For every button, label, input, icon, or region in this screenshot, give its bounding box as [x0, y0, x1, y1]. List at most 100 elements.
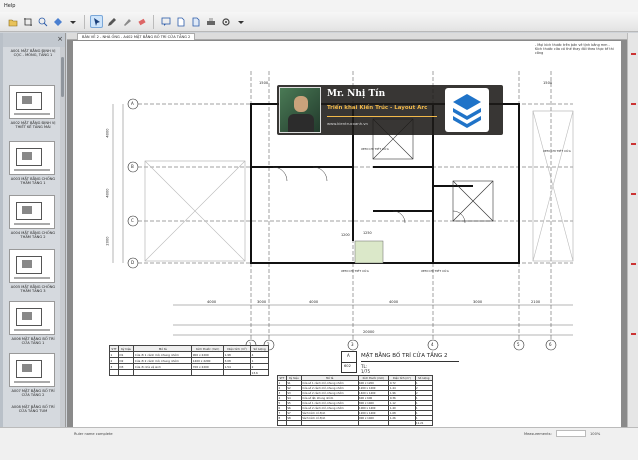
- table-cell: [223, 369, 252, 376]
- dimension-text: 4000: [207, 300, 217, 304]
- window-schedule-table: STT Ký hiệu Mô tả Kích thước (mm) Diện tích …: [277, 375, 434, 426]
- open-icon[interactable]: [6, 15, 19, 28]
- dimension-total: 20000: [363, 330, 375, 334]
- status-text: Ruler name complete: [74, 432, 113, 436]
- table-cell: [300, 420, 359, 426]
- page-thumbnail[interactable]: [9, 249, 55, 283]
- table-cell: [277, 420, 287, 426]
- comment-icon[interactable]: [159, 15, 172, 28]
- sidebar-header: ×: [3, 33, 65, 47]
- toolbar-separator: [84, 14, 85, 29]
- brand-logo-icon: [445, 88, 489, 132]
- axis-label-col: 3: [351, 342, 354, 347]
- avatar: [279, 87, 321, 133]
- axis-label-col: 4: [431, 342, 434, 347]
- scroll-marker: [631, 103, 636, 105]
- close-icon[interactable]: ×: [57, 35, 63, 43]
- table-cell: [285, 420, 302, 426]
- leader-note: XEM CHI TIẾT CỬA: [543, 149, 571, 153]
- sidebar-scrollbar[interactable]: [60, 47, 65, 427]
- menu-help[interactable]: Help: [4, 3, 15, 9]
- leader-note: XEM CHI TIẾT CỬA: [361, 147, 389, 151]
- measurements-label: Measurements:: [524, 432, 552, 436]
- view-dropdown-icon[interactable]: [66, 15, 79, 28]
- drawing-title: MẶT BẰNG BỐ TRÍ CỬA TẦNG 2: [361, 353, 448, 359]
- banner-name: Mr. Nhị Tín: [327, 89, 386, 99]
- dimension-text: 1500: [543, 81, 553, 85]
- zoom-fit-icon[interactable]: [36, 15, 49, 28]
- room-label: 1200: [341, 233, 350, 237]
- toolbar: [0, 12, 638, 32]
- banner-site: www.kientrucxanh.vn: [327, 121, 368, 126]
- thumbnail-label: A007 MẶT BẰNG BỐ TRÍ CỬA TẦNG 2: [11, 389, 55, 398]
- dimension-text: 3000: [473, 300, 483, 304]
- menu-bar: Help: [0, 0, 638, 12]
- table-cell: 13.6: [250, 369, 269, 376]
- page-thumbnail[interactable]: [9, 195, 55, 229]
- eraser-icon[interactable]: [135, 15, 148, 28]
- sheet-number: 602: [344, 364, 351, 368]
- page-thumbnail[interactable]: [9, 141, 55, 175]
- document-viewer: BẢN VẼ 2 - NHÀ ỐNG - A402 MẶT BẰNG BỐ TR…: [67, 33, 627, 427]
- table-cell: [118, 369, 135, 376]
- pen-icon[interactable]: [105, 15, 118, 28]
- view-icon[interactable]: [51, 15, 64, 28]
- thumbnail-label: A004 MẶT BẰNG CHỐNG THẤM TẦNG 2: [10, 231, 56, 240]
- page-thumbnail[interactable]: [9, 353, 55, 387]
- measurements-field[interactable]: [556, 430, 586, 437]
- axis-label-row: C: [131, 218, 134, 223]
- export-icon[interactable]: [189, 15, 202, 28]
- axis-label-col: 5: [517, 342, 520, 347]
- table-cell: [133, 369, 193, 376]
- room-label: 1250: [363, 231, 372, 235]
- crop-icon[interactable]: [21, 15, 34, 28]
- dimension-text: 3000: [257, 300, 267, 304]
- dimension-text: 2000: [105, 236, 110, 246]
- select-icon[interactable]: [90, 15, 103, 28]
- table-cell: [108, 369, 120, 376]
- door-schedule-table: STT Ký hiệu Mô tả Kích thước (mm) Diện tích …: [108, 345, 269, 376]
- scroll-marker: [631, 53, 636, 55]
- page-icon[interactable]: [174, 15, 187, 28]
- vertical-scrollbar[interactable]: [627, 33, 638, 427]
- scroll-marker: [631, 333, 636, 335]
- document-tab[interactable]: BẢN VẼ 2 - NHÀ ỐNG - A402 MẶT BẰNG BỐ TR…: [77, 33, 196, 40]
- dimension-text: 4000: [309, 300, 319, 304]
- highlight-icon[interactable]: [120, 15, 133, 28]
- thumbnail-label: A006 MẶT BẰNG BỐ TRÍ CỬA TẦNG 1: [11, 337, 55, 346]
- thumbnail-label: A003 MẶT BẰNG CHỐNG THẤM TẦNG 1: [10, 177, 56, 186]
- dimension-text: 1500: [259, 81, 269, 85]
- scroll-marker: [631, 193, 636, 195]
- settings-dropdown-icon[interactable]: [234, 15, 247, 28]
- zoom-level[interactable]: 100%: [590, 432, 600, 436]
- table-cell: [357, 420, 390, 426]
- axis-label-col: 6: [549, 342, 552, 347]
- axis-label-row: A: [131, 101, 134, 106]
- thumbnail-label: A005 MẶT BẰNG CHỐNG THẤM TẦNG 3: [10, 285, 56, 294]
- settings-icon[interactable]: [219, 15, 232, 28]
- status-bar: Ruler name complete Measurements: 100%: [0, 427, 638, 460]
- axis-label-row: D: [131, 260, 135, 265]
- sheet-id: A: [347, 353, 350, 358]
- scroll-marker: [631, 143, 636, 145]
- leader-note: XEM CHI TIẾT CỬA: [341, 269, 369, 273]
- banner-role: Triển khai Kiến Trúc - Layout Arc: [327, 105, 428, 111]
- scroll-marker: [631, 263, 636, 265]
- axis-label-row: B: [131, 164, 134, 169]
- dimension-text: 4000: [389, 300, 399, 304]
- table-row: 11.21: [277, 420, 434, 426]
- drawing-scale: TL: 1/75: [361, 364, 370, 374]
- document-tab-bar: BẢN VẼ 2 - NHÀ ỐNG - A402 MẶT BẰNG BỐ TR…: [67, 33, 627, 40]
- table-cell: 11.21: [414, 420, 434, 426]
- dimension-text: 4000: [105, 128, 110, 138]
- dimension-text: 2100: [531, 300, 541, 304]
- dimension-text: 4000: [105, 188, 110, 198]
- page-thumbnail[interactable]: [9, 85, 55, 119]
- page-thumbnail[interactable]: [9, 301, 55, 335]
- thumbnail-label: A001 MẶT BẰNG ĐỊNH VỊ CỌC - MÓNG, TẦNG 1: [10, 49, 56, 58]
- print-icon[interactable]: [204, 15, 217, 28]
- sheet-bubble: A 602: [341, 351, 357, 373]
- thumbnail-label: A008 MẶT BẰNG BỐ TRÍ CỬA TẦNG TUM: [11, 405, 55, 414]
- sidebar-scroll-thumb[interactable]: [61, 57, 64, 97]
- table-cell: [191, 369, 225, 376]
